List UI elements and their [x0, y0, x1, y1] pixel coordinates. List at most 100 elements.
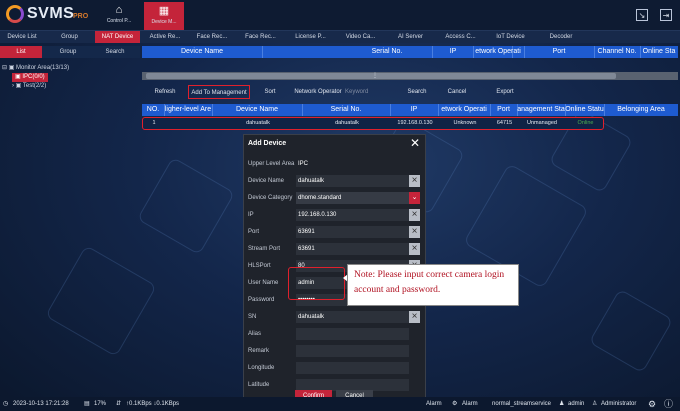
subtab-list[interactable]: List [0, 46, 42, 58]
tab-iot-device[interactable]: IoT Device [487, 31, 534, 43]
cpu-icon: ▤ [84, 401, 90, 407]
sort-button[interactable]: Sort [256, 85, 284, 99]
refresh-button[interactable]: Refresh [148, 85, 182, 99]
nav-control-panel[interactable]: ⌂ Control P... [99, 2, 139, 30]
tab-access-control[interactable]: Access C... [437, 31, 484, 43]
export-button[interactable]: Export [488, 85, 522, 99]
network-operator-select[interactable]: Network Operator [292, 85, 344, 99]
subtab-group[interactable]: Group [47, 46, 89, 58]
nat-table-header: NO. ligher-level Are Device Name Serial … [142, 104, 678, 116]
clock-icon: ◷ [3, 401, 9, 407]
info-icon[interactable]: ⓘ [664, 397, 673, 411]
logout-icon[interactable]: ⇥ [660, 9, 672, 21]
remark-input[interactable] [296, 345, 409, 357]
tab-active-register[interactable]: Active Re... [143, 31, 187, 43]
collapse-icon[interactable]: ⊟ [2, 65, 7, 71]
role-icon: ♙ [592, 401, 598, 407]
field-longitude: Longitude [248, 362, 420, 374]
horizontal-scrollbar[interactable]: ⋮ [142, 72, 678, 80]
tab-license-plate[interactable]: License P... [287, 31, 334, 43]
status-bar: ◷ 2023-10-13 17:21:28 ▤ 17% ⇵ ↑0.1KBps ↓… [0, 397, 680, 411]
tab-video-capture[interactable]: Video Ca... [337, 31, 384, 43]
keyword-input[interactable]: Keyword [345, 85, 385, 99]
field-sn: SN dahuatalk × [248, 311, 420, 323]
tree-node-monitor-area[interactable]: ⊟ ▣ Monitor Area(13/13) [2, 64, 137, 73]
nav-device-manager[interactable]: ▦ Device M... [144, 2, 184, 30]
area-tree: ⊟ ▣ Monitor Area(13/13) ▣ IPC(0/0) › ▣ T… [2, 64, 137, 91]
col-no[interactable]: NO. [142, 104, 165, 116]
device-name-input[interactable]: dahuatalk [296, 175, 409, 187]
col-belonging-area[interactable]: Belonging Area [604, 104, 678, 116]
tree-node-ipc[interactable]: ▣ IPC(0/0) [2, 73, 137, 82]
tree-node-label: Test(2/2) [22, 83, 47, 89]
scroll-grip-icon: ⋮ [372, 73, 378, 79]
col-port[interactable]: Port [490, 104, 518, 116]
field-label: Latitude [248, 382, 270, 388]
tab-group[interactable]: Group [47, 31, 92, 43]
cell-management-status: Unmanaged [527, 120, 557, 126]
clear-icon[interactable]: × [409, 243, 420, 255]
tree-node-test[interactable]: › ▣ Test(2/2) [2, 82, 137, 91]
table-row[interactable]: 1 dahuatalk dahuatalk 192.168.0.130 Unkn… [142, 117, 604, 130]
col-network-operator[interactable]: etwork Operati [472, 46, 525, 58]
sn-input[interactable]: dahuatalk [296, 311, 409, 323]
logo-suffix: PRO [73, 13, 89, 20]
upper-level-area-value: IPC [298, 161, 309, 167]
field-port: Port 63691 × [248, 226, 420, 238]
ip-input[interactable]: 192.168.0.130 [296, 209, 409, 221]
tab-decoder[interactable]: Decoder [537, 31, 585, 43]
status-cpu: 17% [94, 401, 107, 407]
longitude-input[interactable] [296, 362, 409, 374]
clear-icon[interactable]: × [409, 226, 420, 238]
status-alarm-2[interactable]: Alarm [462, 397, 478, 411]
stream-port-input[interactable]: 63691 [296, 243, 409, 255]
col-channel-no[interactable]: Channel No. [594, 46, 641, 58]
col-device-name[interactable]: Device Name [212, 104, 303, 116]
tab-nat-device[interactable]: NAT Device [95, 31, 140, 43]
search-button[interactable]: Search [400, 85, 434, 99]
field-device-name: Device Name dahuatalk × [248, 175, 420, 187]
col-network-operator[interactable]: etwork Operati [438, 104, 491, 116]
alias-input[interactable] [296, 328, 409, 340]
settings-icon[interactable]: ⚙ [648, 397, 656, 411]
chevron-down-icon[interactable]: ⌄ [409, 192, 420, 204]
cancel-search-button[interactable]: Cancel [440, 85, 474, 99]
status-alarm-1[interactable]: Alarm [426, 397, 442, 411]
col-online-status[interactable]: Online Sta [640, 46, 678, 58]
device-category-select[interactable]: dhome.standard [296, 192, 409, 204]
expand-icon[interactable]: › [12, 83, 14, 89]
field-label: Stream Port [248, 246, 281, 252]
col-higher-level-area[interactable]: ligher-level Are [164, 104, 213, 116]
col-port[interactable]: Port [524, 46, 595, 58]
tab-device-list[interactable]: Device List [0, 31, 44, 43]
add-to-management-button[interactable]: Add To Management [188, 85, 250, 99]
tab-face-recognition-2[interactable]: Face Rec... [237, 31, 284, 43]
clear-icon[interactable]: × [409, 311, 420, 323]
field-latitude: Latitude [248, 379, 420, 391]
col-online-status[interactable]: Online Statu [565, 104, 605, 116]
tab-face-recognition-1[interactable]: Face Rec... [190, 31, 234, 43]
col-serial-no[interactable]: Serial No. [302, 104, 391, 116]
field-device-category: Device Category dhome.standard ⌄ [248, 192, 420, 204]
logo-ring-icon [6, 5, 24, 23]
clear-icon[interactable]: × [409, 175, 420, 187]
network-icon: ⇵ [116, 401, 122, 407]
device-type-tabs: Device List Group NAT Device Active Re..… [0, 31, 680, 43]
field-stream-port: Stream Port 63691 × [248, 243, 420, 255]
tab-ai-server[interactable]: AI Server [387, 31, 434, 43]
cell-ip: 192.168.0.130 [397, 120, 433, 126]
subtab-search[interactable]: Search [94, 46, 136, 58]
col-management-status[interactable]: anagement Sta [517, 104, 566, 116]
scrollbar-thumb[interactable] [146, 73, 616, 79]
close-icon[interactable]: ✕ [410, 136, 420, 150]
field-label: Alias [248, 331, 262, 337]
col-device-name[interactable]: Device Name [142, 46, 263, 58]
nav-device-manager-label: Device M... [151, 19, 177, 25]
col-ip[interactable]: IP [390, 104, 439, 116]
port-input[interactable]: 63691 [296, 226, 409, 238]
cell-network-operator: Unknown [453, 120, 477, 126]
clear-icon[interactable]: × [409, 209, 420, 221]
col-ip[interactable]: IP [432, 46, 474, 58]
fullscreen-icon[interactable]: ↘ [636, 9, 648, 21]
status-user[interactable]: admin [568, 397, 584, 411]
